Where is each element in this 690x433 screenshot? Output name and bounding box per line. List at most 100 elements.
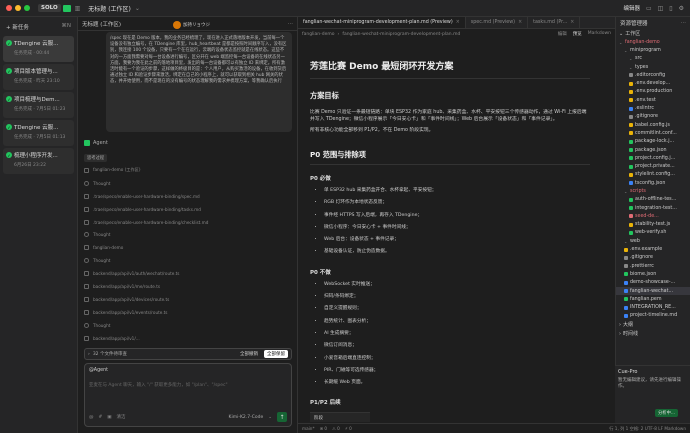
- minimize-window-button[interactable]: [15, 5, 21, 11]
- workspace-section[interactable]: ⌄ 工作区: [616, 29, 690, 38]
- tree-file[interactable]: biome.json: [616, 270, 690, 278]
- tree-file[interactable]: package-lock.j...: [616, 138, 690, 146]
- agent-step[interactable]: Thought: [84, 319, 294, 332]
- edit-mode-button[interactable]: 编辑: [558, 31, 567, 37]
- breadcrumb-folder[interactable]: fanglian-demo: [302, 32, 335, 37]
- tree-file[interactable]: .gitignore: [616, 254, 690, 262]
- hash-icon[interactable]: #: [99, 415, 103, 420]
- agent-step[interactable]: Thought: [84, 228, 294, 241]
- close-window-button[interactable]: [6, 5, 12, 11]
- editor-tab[interactable]: tasks.md (Pr... ×: [528, 17, 581, 28]
- chevron-down-icon[interactable]: ⌄: [135, 5, 140, 12]
- tree-folder[interactable]: ⌄ src: [616, 55, 690, 63]
- tree-file[interactable]: project-timeline.md: [616, 312, 690, 320]
- tree-file[interactable]: package.json: [616, 146, 690, 154]
- tree-file[interactable]: auth-offline-tes...: [616, 196, 690, 204]
- status-errors[interactable]: ⊗ 0: [320, 426, 328, 431]
- editor-tab-label[interactable]: 编辑器: [623, 4, 640, 12]
- tree-file[interactable]: .gitignore: [616, 113, 690, 121]
- close-icon[interactable]: ×: [518, 20, 522, 25]
- close-icon[interactable]: ×: [456, 20, 460, 25]
- split-icon[interactable]: ◫: [658, 5, 664, 12]
- agent-step[interactable]: Thought: [84, 177, 294, 190]
- send-button[interactable]: ↑: [277, 412, 287, 422]
- attach-icon[interactable]: @: [89, 415, 94, 420]
- agent-mention[interactable]: @Agent: [89, 368, 108, 373]
- agent-step[interactable]: backend/app/api/v1/devices/route.ts: [84, 293, 294, 306]
- cue-title[interactable]: Cue-Pro: [618, 369, 687, 375]
- agent-step[interactable]: fanglian-demo (工作区): [84, 164, 294, 177]
- accept-all-button[interactable]: 全部保留: [264, 350, 288, 358]
- solo-toggle-icon[interactable]: [62, 4, 71, 12]
- tree-folder[interactable]: ⌄ miniprogram: [616, 46, 690, 54]
- agent-step[interactable]: .trae/specs/enable-user-hardware-binding…: [84, 203, 294, 216]
- agent-step[interactable]: fanglian-demo: [84, 241, 294, 254]
- chat-title[interactable]: 无标题 (工作区): [82, 20, 121, 28]
- settings-icon[interactable]: ⚙: [679, 5, 684, 12]
- tree-file[interactable]: fanglian-wechat...: [616, 286, 690, 296]
- tree-file[interactable]: babel.config.js: [616, 121, 690, 129]
- tree-file[interactable]: .env.production: [616, 88, 690, 96]
- window-title[interactable]: 无标题 (工作区): [88, 4, 131, 13]
- tree-file[interactable]: web-verify.sh: [616, 229, 690, 237]
- chat-input[interactable]: 亚麦在与 Agent 聊天，输入 "/" 获取更多能力，如 "/plan"、"/…: [89, 382, 228, 388]
- clean-button[interactable]: 清洁: [117, 414, 126, 420]
- tree-file[interactable]: stylelint.config...: [616, 171, 690, 179]
- task-item[interactable]: ✓ 梳理小程序开发... 6月26日 23:22: [3, 148, 74, 174]
- tree-file[interactable]: stability-test.js: [616, 221, 690, 229]
- agent-step[interactable]: Thought: [84, 254, 294, 267]
- preview-mode-button[interactable]: 预览: [573, 31, 582, 37]
- agent-step[interactable]: backend/app/api/v1/events/route.ts: [84, 306, 294, 319]
- model-chevron-icon[interactable]: ⌄: [268, 415, 272, 420]
- breadcrumb-file[interactable]: fanglian-wechat-miniprogram-development-…: [342, 32, 460, 37]
- reject-all-button[interactable]: 全部撤销: [237, 350, 261, 358]
- tree-file[interactable]: integration-test...: [616, 204, 690, 212]
- status-ports[interactable]: ⚡ 0: [345, 426, 352, 431]
- tree-file[interactable]: project.config.j...: [616, 154, 690, 162]
- layout-icon[interactable]: ▭: [646, 5, 652, 12]
- agent-step[interactable]: backend/app/api/v1/auth/wechat/route.ts: [84, 267, 294, 280]
- agent-step[interactable]: backend/app/api/v1/...: [84, 332, 294, 345]
- agent-step[interactable]: .trae/specs/enable-user-hardware-binding…: [84, 190, 294, 203]
- panel-icon[interactable]: ▯: [669, 5, 672, 12]
- tree-file[interactable]: .editorconfig: [616, 71, 690, 79]
- branch-indicator[interactable]: main*: [302, 426, 315, 431]
- close-icon[interactable]: ×: [570, 20, 574, 25]
- more-icon[interactable]: ···: [288, 21, 293, 27]
- tree-folder[interactable]: ⌄ scripts: [616, 187, 690, 195]
- tree-folder[interactable]: ⌄ fanglian-demo: [616, 38, 690, 46]
- editor-tab[interactable]: spec.md (Preview) ×: [466, 17, 529, 28]
- tree-folder[interactable]: ⌄ types: [616, 63, 690, 71]
- tree-file[interactable]: .env.test: [616, 96, 690, 104]
- more-icon[interactable]: ···: [681, 20, 686, 26]
- markdown-mode-button[interactable]: Markdown: [588, 31, 611, 37]
- task-item[interactable]: ✓ 项目梳理与Dem... 任务完成 · 7月5日 01:23: [3, 92, 74, 118]
- tree-folder[interactable]: ⌄ web: [616, 237, 690, 245]
- tree-file[interactable]: .env.develop...: [616, 79, 690, 87]
- outline-section[interactable]: › 大纲: [616, 320, 690, 329]
- timeline-section[interactable]: › 时间线: [616, 329, 690, 338]
- status-warnings[interactable]: ⚠ 0: [332, 426, 340, 431]
- tree-file[interactable]: demo-showcase-...: [616, 279, 690, 287]
- model-selector[interactable]: Kimi-K2.7-Code: [229, 415, 264, 420]
- tree-file[interactable]: tsconfig.json: [616, 179, 690, 187]
- expand-icon[interactable]: ›: [88, 352, 90, 357]
- solo-badge[interactable]: SOLO: [38, 4, 61, 12]
- tree-file[interactable]: seed-de...: [616, 212, 690, 220]
- tree-file[interactable]: .prettierrc: [616, 262, 690, 270]
- image-icon[interactable]: ▣: [107, 415, 111, 420]
- new-task-button[interactable]: + 新任务 ⌘N: [3, 21, 74, 33]
- task-item[interactable]: ✓ TDengine 云服... 任务完成 · 7月5日 01:13: [3, 120, 74, 146]
- status-right-info[interactable]: 行 1, 列 1 空格: 2 UTF-8 LF Markdown: [609, 426, 686, 432]
- tree-file[interactable]: fanglian.pem: [616, 295, 690, 303]
- thinking-process-toggle[interactable]: 思考过程: [84, 154, 108, 162]
- cue-analyzing-button[interactable]: 分析中...: [655, 409, 678, 417]
- tree-file[interactable]: INTEGRATION_RE...: [616, 304, 690, 312]
- editor-tab[interactable]: fanglian-wechat-miniprogram-development-…: [298, 17, 466, 28]
- tree-file[interactable]: .eslintrc: [616, 104, 690, 112]
- chat-input-box[interactable]: @Agent 亚麦在与 Agent 聊天，输入 "/" 获取更多能力，如 "/p…: [84, 363, 292, 427]
- tree-file[interactable]: project.private...: [616, 162, 690, 170]
- agent-step[interactable]: .trae/specs/enable-user-hardware-binding…: [84, 216, 294, 229]
- agent-step[interactable]: backend/app/api/v1/me/route.ts: [84, 280, 294, 293]
- task-item[interactable]: ✓ TDengine 云服... 任务完成 · 00:44: [3, 36, 74, 62]
